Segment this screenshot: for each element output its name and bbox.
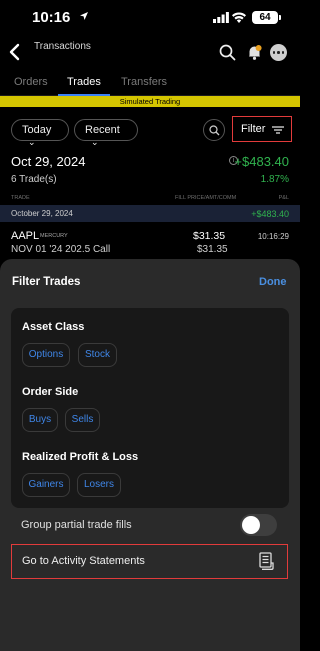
group-fills-row: Group partial trade fills — [11, 510, 289, 540]
done-button[interactable]: Done — [259, 276, 287, 288]
gainers-chip[interactable]: Gainers — [22, 473, 70, 497]
realized-pl-title: Realized Profit & Loss — [22, 451, 139, 463]
filter-options-card: Asset Class Options Stock Order Side Buy… — [11, 308, 289, 508]
back-chevron-icon[interactable] — [8, 43, 20, 61]
losers-chip[interactable]: Losers — [77, 473, 121, 497]
chevron-down-icon: ⌄ — [28, 137, 36, 147]
search-icon[interactable] — [219, 44, 236, 61]
summary-pl-percent: 1.87% — [260, 174, 289, 185]
buys-chip[interactable]: Buys — [22, 408, 58, 432]
simulated-trading-banner: Simulated Trading — [0, 96, 300, 107]
table-row[interactable]: AAPL MERCURY NOV 01 '24 202.5 Call $31.3… — [0, 224, 300, 260]
activity-statements-button[interactable]: Go to Activity Statements — [11, 544, 288, 579]
toggle-knob — [242, 516, 260, 534]
location-arrow-icon — [80, 12, 88, 20]
column-trade: TRADE — [11, 195, 30, 201]
sells-chip[interactable]: Sells — [65, 408, 100, 432]
day-group-row[interactable]: October 29, 2024 +$483.40 — [0, 205, 300, 222]
filters-row: Today⌄ Recent⌄ Filter — [0, 116, 300, 147]
wifi-icon — [232, 12, 246, 23]
trade-description: NOV 01 '24 202.5 Call — [11, 244, 111, 255]
trade-symbol: AAPL — [11, 230, 40, 242]
search-icon — [209, 125, 220, 136]
summary-pl: +$483.40 — [234, 154, 289, 169]
activity-statements-label: Go to Activity Statements — [22, 555, 145, 567]
notification-bell-icon[interactable] — [246, 44, 263, 61]
trade-exchange: MERCURY — [40, 233, 68, 239]
order-side-title: Order Side — [22, 386, 79, 398]
column-headers: TRADE FILL PRICE/AMT/COMM P&L — [0, 194, 300, 204]
group-fills-label: Group partial trade fills — [21, 519, 132, 531]
filter-label: Filter — [241, 123, 266, 135]
column-pl: P&L — [278, 195, 289, 201]
asset-class-title: Asset Class — [22, 321, 85, 333]
group-fills-toggle[interactable] — [240, 514, 277, 536]
chevron-down-icon: ⌄ — [91, 137, 99, 147]
statement-document-icon — [259, 552, 274, 570]
status-bar: 10:16 64 — [0, 0, 300, 36]
battery-icon: 64 — [252, 11, 278, 24]
period-label: Today — [22, 124, 52, 136]
summary-date: Oct 29, 2024 — [11, 154, 86, 169]
sheet-title: Filter Trades — [12, 276, 81, 288]
trade-time: 10:16:29 — [257, 232, 289, 241]
trade-search-button[interactable] — [203, 119, 225, 141]
filter-trades-sheet: Filter Trades Done Asset Class Options S… — [0, 259, 300, 651]
tab-trades[interactable]: Trades — [67, 76, 101, 88]
options-chip[interactable]: Options — [22, 343, 70, 367]
sort-dropdown[interactable]: Recent⌄ — [74, 119, 138, 147]
page-title: Transactions — [34, 41, 91, 52]
trade-amount: $31.35 — [197, 244, 228, 255]
filter-button[interactable]: Filter — [232, 116, 292, 142]
column-fill: FILL PRICE/AMT/COMM — [175, 195, 237, 201]
day-date: October 29, 2024 — [11, 209, 73, 218]
filter-lines-icon — [272, 126, 284, 134]
day-pl: +$483.40 — [251, 209, 289, 219]
status-time: 10:16 — [32, 9, 71, 26]
nav-bar: Transactions — [0, 36, 300, 70]
trade-fill-price: $31.35 — [193, 230, 226, 242]
tab-bar: Orders Trades Transfers — [0, 70, 300, 96]
sort-label: Recent — [85, 124, 120, 136]
battery-tip — [279, 15, 281, 20]
more-options-icon[interactable] — [270, 44, 287, 61]
tab-transfers[interactable]: Transfers — [121, 76, 167, 88]
period-dropdown[interactable]: Today⌄ — [11, 119, 69, 147]
signal-icon — [213, 12, 229, 23]
trade-count: 6 Trade(s) — [11, 174, 57, 185]
stock-chip[interactable]: Stock — [78, 343, 117, 367]
tab-orders[interactable]: Orders — [14, 76, 48, 88]
